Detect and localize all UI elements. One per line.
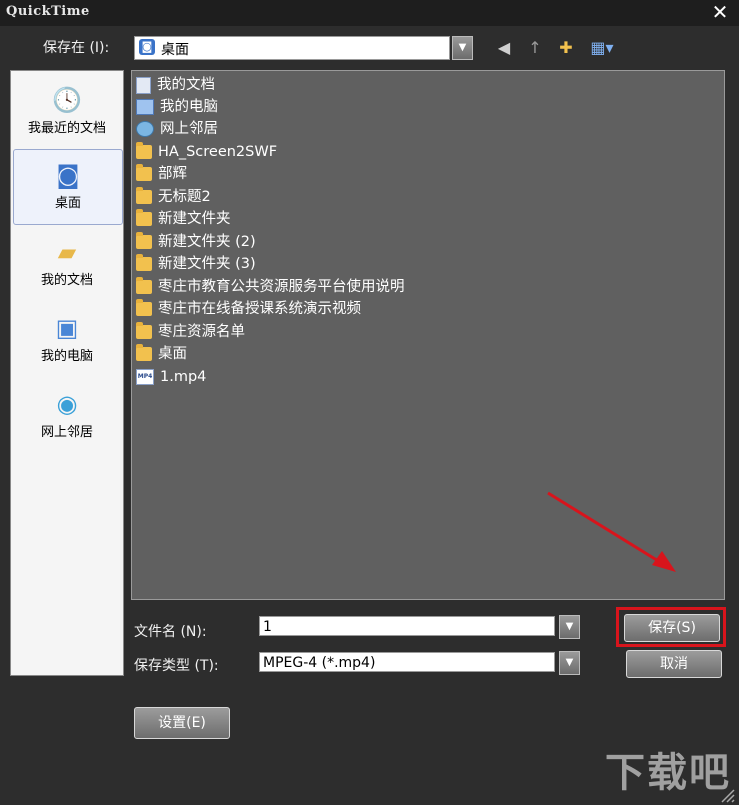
list-item[interactable]: 枣庄市教育公共资源服务平台使用说明: [136, 276, 405, 298]
list-item[interactable]: 新建文件夹: [136, 208, 231, 230]
list-item[interactable]: 网上邻居: [136, 118, 218, 140]
place-label: 我的电脑: [40, 349, 93, 364]
list-item[interactable]: 部辉: [136, 163, 187, 185]
folder-icon: [136, 277, 152, 294]
desktop-icon: ◙: [139, 39, 155, 55]
place-label: 网上邻居: [40, 425, 93, 440]
filename-label: 文件名 (N):: [134, 624, 207, 640]
recent-documents-icon: 🕓: [52, 86, 82, 114]
window-title: QuickTime: [6, 4, 90, 19]
close-button[interactable]: ✕: [708, 1, 732, 23]
place-label: 桌面: [54, 196, 81, 211]
list-item[interactable]: 新建文件夹 (3): [136, 253, 256, 275]
folder-icon: [136, 254, 152, 271]
filetype-dropdown-button[interactable]: ▼: [559, 651, 580, 675]
settings-button[interactable]: 设置(E): [134, 707, 230, 739]
place-my-documents[interactable]: ▰ 我的文档: [11, 227, 123, 301]
list-item[interactable]: HA_Screen2SWF: [136, 141, 277, 163]
places-bar: 🕓 我最近的文档 ◙ 桌面 ▰ 我的文档 ▣ 我的电脑 ◉ 网上邻居: [10, 70, 124, 676]
place-desktop[interactable]: ◙ 桌面: [13, 149, 123, 225]
list-item[interactable]: 新建文件夹 (2): [136, 231, 256, 253]
save-button[interactable]: 保存(S): [624, 614, 720, 642]
back-icon[interactable]: ◀: [493, 37, 515, 59]
annotation-arrow: [547, 491, 676, 572]
list-item[interactable]: 无标题2: [136, 186, 211, 208]
place-network[interactable]: ◉ 网上邻居: [11, 379, 123, 453]
new-folder-icon[interactable]: ✚: [555, 37, 577, 59]
network-icon: [136, 121, 154, 137]
filename-dropdown-button[interactable]: ▼: [559, 615, 580, 639]
mp4-file-icon: MP4: [136, 369, 154, 385]
document-folder-icon: [136, 76, 151, 94]
place-label: 我最近的文档: [27, 121, 106, 136]
list-item[interactable]: MP4 1.mp4: [136, 366, 206, 388]
list-item[interactable]: 枣庄市在线备授课系统演示视频: [136, 298, 361, 320]
desktop-icon: ◙: [56, 161, 80, 189]
list-item[interactable]: 桌面: [136, 343, 187, 365]
folder-icon: [136, 299, 152, 316]
title-bar: QuickTime ✕: [0, 0, 739, 26]
folder-icon: [136, 322, 152, 339]
filetype-label: 保存类型 (T):: [134, 658, 219, 674]
computer-icon: [136, 99, 154, 115]
save-in-value: 桌面: [161, 42, 189, 58]
save-in-combo[interactable]: ◙ 桌面: [134, 36, 450, 60]
place-my-computer[interactable]: ▣ 我的电脑: [11, 303, 123, 377]
filetype-select[interactable]: MPEG-4 (*.mp4): [259, 652, 555, 672]
list-item[interactable]: 枣庄资源名单: [136, 321, 245, 343]
my-computer-icon: ▣: [55, 314, 79, 342]
place-label: 我的文档: [40, 273, 93, 288]
list-item[interactable]: 我的电脑: [136, 96, 218, 118]
cancel-button[interactable]: 取消: [626, 650, 722, 678]
up-folder-icon[interactable]: ↑: [524, 37, 546, 59]
resize-grip-icon[interactable]: [716, 784, 736, 804]
watermark-logo: 下载吧: [605, 750, 731, 796]
folder-icon: [136, 164, 152, 181]
place-recent-documents[interactable]: 🕓 我最近的文档: [11, 75, 123, 149]
save-in-dropdown-button[interactable]: ▼: [452, 36, 473, 60]
filename-input[interactable]: 1: [259, 616, 555, 636]
network-places-icon: ◉: [56, 390, 78, 418]
list-item[interactable]: 我的文档: [136, 74, 215, 96]
save-in-label: 保存在 (I):: [43, 40, 110, 56]
folder-icon: [136, 142, 152, 159]
my-documents-icon: ▰: [57, 238, 77, 266]
folder-icon: [136, 344, 152, 361]
view-menu-icon[interactable]: ▦▾: [587, 37, 617, 59]
folder-icon: [136, 209, 152, 226]
folder-icon: [136, 232, 152, 249]
folder-icon: [136, 187, 152, 204]
